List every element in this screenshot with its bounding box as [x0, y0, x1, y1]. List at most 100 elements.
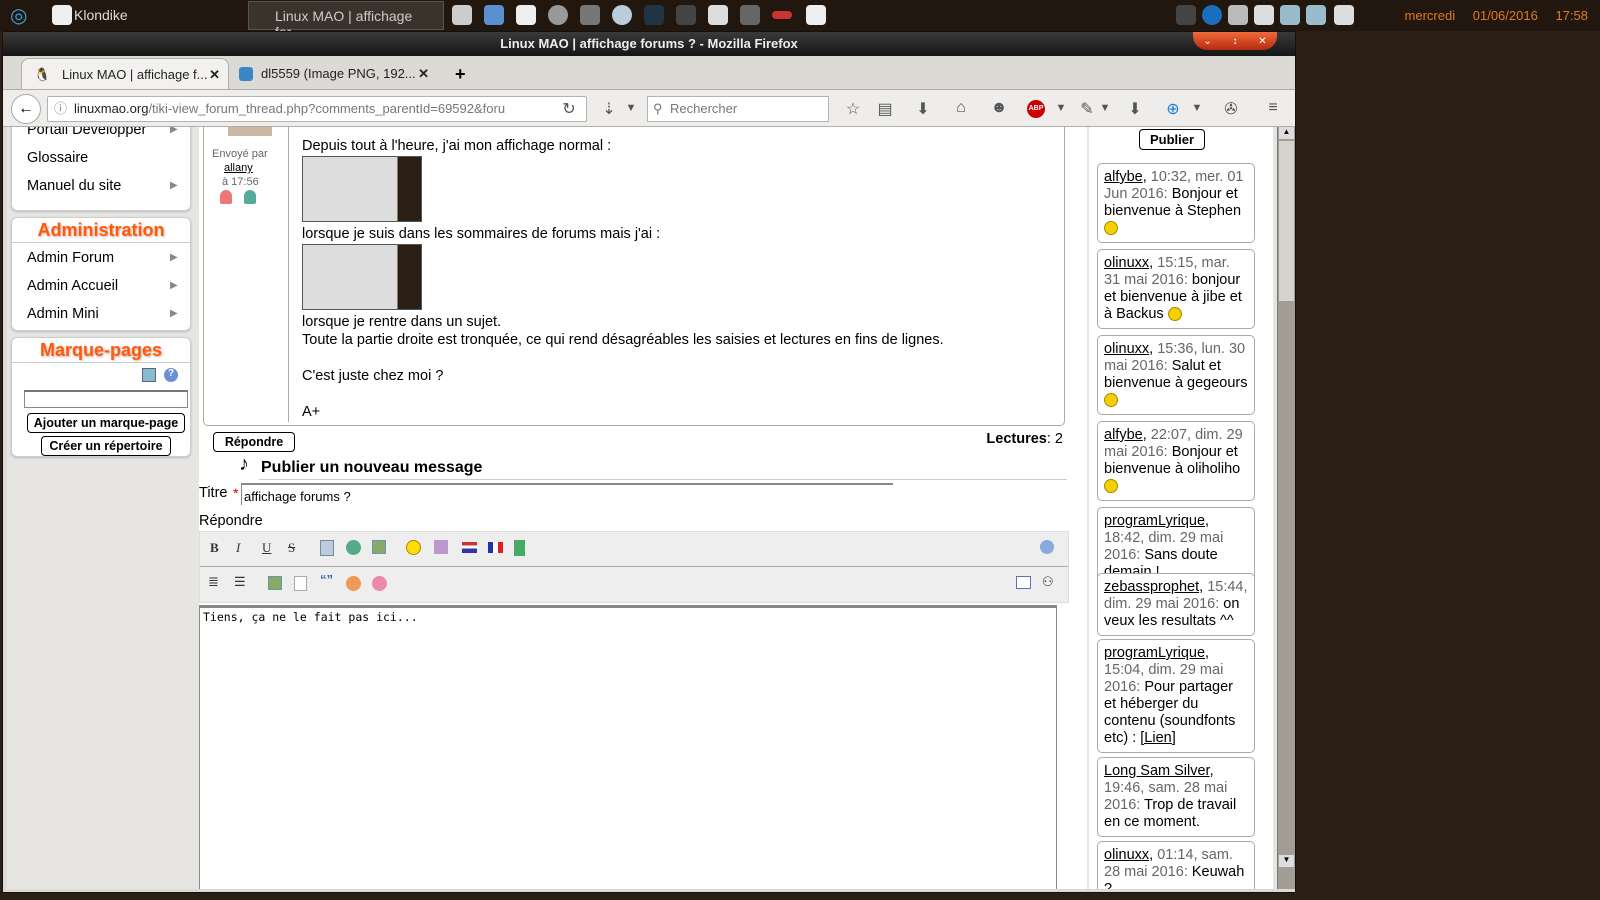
bookmark-star-icon[interactable]: ☆: [843, 99, 863, 119]
shout-user[interactable]: alfybe: [1104, 169, 1143, 185]
maximize-button[interactable]: ↕: [1232, 36, 1237, 47]
arte-icon[interactable]: [772, 11, 792, 19]
title-input[interactable]: affichage forums ?: [241, 483, 893, 505]
shout-user[interactable]: programLyrique: [1104, 513, 1205, 529]
code-icon[interactable]: [294, 576, 307, 591]
shout-user[interactable]: olinuxx: [1104, 255, 1149, 271]
gimp-icon[interactable]: [708, 5, 728, 25]
home-icon[interactable]: ⌂: [951, 99, 971, 117]
menu-item-manuel[interactable]: Manuel du site: [27, 178, 121, 194]
help-icon[interactable]: ?: [164, 368, 178, 382]
hp-icon[interactable]: [1202, 5, 1222, 25]
battery-icon[interactable]: [1306, 5, 1326, 25]
close-tab-icon[interactable]: ✕: [418, 58, 429, 90]
color-palette-icon[interactable]: [346, 576, 361, 591]
bold-button[interactable]: B: [210, 540, 219, 556]
print-dropdown-icon[interactable]: ▼: [1095, 102, 1115, 114]
network-icon[interactable]: [1228, 5, 1248, 25]
shout-user[interactable]: olinuxx: [1104, 341, 1149, 357]
url-bar[interactable]: ⓘ linuxmao.org/tiki-view_forum_thread.ph…: [47, 96, 587, 122]
menu-item-admin-mini[interactable]: Admin Mini: [27, 306, 99, 322]
edit-icon[interactable]: [142, 368, 156, 382]
user-profile-icon[interactable]: [220, 190, 232, 204]
download-helper-icon[interactable]: ⊕: [1163, 99, 1183, 119]
french-flag-icon[interactable]: [488, 542, 503, 553]
menu-icon[interactable]: ≡: [1263, 99, 1283, 117]
terminal-icon[interactable]: [676, 5, 696, 25]
scroll-down-button[interactable]: ▼: [1279, 855, 1294, 867]
download-icon[interactable]: ⇣: [599, 99, 619, 119]
reply-button[interactable]: Répondre: [213, 432, 295, 452]
shout-user[interactable]: olinuxx: [1104, 847, 1149, 863]
menu-item-glossaire[interactable]: Glossaire: [27, 150, 88, 166]
film-icon[interactable]: ✇: [1221, 99, 1241, 119]
remove-format-icon[interactable]: [372, 576, 387, 591]
image-icon[interactable]: [372, 540, 386, 554]
quote-icon[interactable]: “”: [320, 572, 333, 587]
video-icon[interactable]: [514, 540, 525, 556]
back-button[interactable]: ←: [11, 94, 41, 124]
tab-linux-mao[interactable]: 🐧 Linux MAO | affichage f... ✕: [21, 58, 229, 90]
external-link-icon[interactable]: [346, 540, 361, 555]
fullscreen-icon[interactable]: [1016, 576, 1031, 589]
files-icon[interactable]: [516, 5, 536, 25]
menu-item-admin-forum[interactable]: Admin Forum: [27, 250, 114, 266]
shout-user[interactable]: Long Sam Silver: [1104, 763, 1210, 779]
close-tab-icon[interactable]: ✕: [209, 59, 220, 91]
screenshot-thumbnail[interactable]: [302, 244, 422, 310]
search-input[interactable]: ⚲ Rechercher: [647, 96, 829, 122]
new-tab-button[interactable]: +: [455, 64, 466, 85]
author-link[interactable]: allany: [224, 162, 253, 174]
adblock-dropdown-icon[interactable]: ▼: [1051, 102, 1071, 114]
screenshot-thumbnail[interactable]: [302, 156, 422, 222]
link-page-icon[interactable]: [320, 540, 334, 556]
send-message-icon[interactable]: [244, 190, 256, 204]
writer-icon[interactable]: [484, 5, 504, 25]
active-app-label[interactable]: Klondike: [74, 7, 128, 23]
search-tool-icon[interactable]: [612, 5, 632, 25]
clock[interactable]: mercredi 01/06/2016 17:58: [1405, 8, 1588, 23]
adblock-icon[interactable]: ABP: [1027, 100, 1045, 118]
reload-icon[interactable]: ↻: [559, 99, 579, 119]
cards-icon[interactable]: [806, 5, 826, 25]
firefox-task-button[interactable]: Linux MAO | affichage for...: [248, 1, 444, 40]
save-icon[interactable]: ⬇: [1125, 99, 1145, 119]
scrollbar[interactable]: ▲ ▼: [1277, 127, 1295, 889]
minimize-button[interactable]: ⌄: [1203, 36, 1211, 47]
help-icon[interactable]: [1040, 540, 1054, 554]
downloads-icon[interactable]: ⬇: [913, 99, 933, 119]
audio-icon[interactable]: [644, 5, 664, 25]
smiley-icon[interactable]: [406, 540, 421, 555]
add-bookmark-button[interactable]: Ajouter un marque-page: [27, 413, 185, 433]
create-folder-button[interactable]: Créer un répertoire: [41, 436, 171, 456]
mixer-icon[interactable]: [1176, 5, 1196, 25]
list-icon[interactable]: ☰: [234, 574, 246, 590]
bookmark-name-input[interactable]: [24, 390, 188, 408]
usb-icon-2[interactable]: [1334, 5, 1354, 25]
shout-user[interactable]: programLyrique: [1104, 645, 1205, 661]
close-window-button[interactable]: ✕: [1258, 36, 1266, 47]
screenshot-icon[interactable]: [580, 5, 600, 25]
scroll-up-button[interactable]: ▲: [1279, 127, 1294, 139]
find-icon[interactable]: ⚇: [1042, 574, 1054, 590]
insert-image-icon[interactable]: [268, 576, 282, 590]
launcher-icon[interactable]: [452, 5, 472, 25]
publish-button[interactable]: Publier: [1139, 129, 1205, 150]
english-flag-icon[interactable]: [462, 542, 477, 553]
dropdown-icon[interactable]: ▼: [621, 102, 641, 114]
browser-icon[interactable]: [548, 5, 568, 25]
shout-link[interactable]: [Lien]: [1140, 730, 1175, 746]
message-textarea[interactable]: Tiens, ça ne le fait pas ici...: [199, 605, 1057, 889]
shout-user[interactable]: zebassprophet: [1104, 579, 1199, 595]
strikethrough-button[interactable]: S: [288, 540, 295, 556]
scroll-thumb[interactable]: [1279, 141, 1294, 301]
ubuntu-menu-icon[interactable]: ◎: [10, 3, 27, 28]
menu-item-portail[interactable]: Portail Développer: [27, 127, 146, 138]
italic-button[interactable]: I: [236, 540, 240, 556]
tab-image[interactable]: dl5559 (Image PNG, 192... ✕: [233, 58, 437, 90]
menu-item-admin-accueil[interactable]: Admin Accueil: [27, 278, 118, 294]
usb-icon[interactable]: [1254, 5, 1274, 25]
device-icon[interactable]: [1280, 5, 1300, 25]
underline-button[interactable]: U: [262, 540, 271, 556]
download-helper-dropdown-icon[interactable]: ▼: [1187, 102, 1207, 114]
